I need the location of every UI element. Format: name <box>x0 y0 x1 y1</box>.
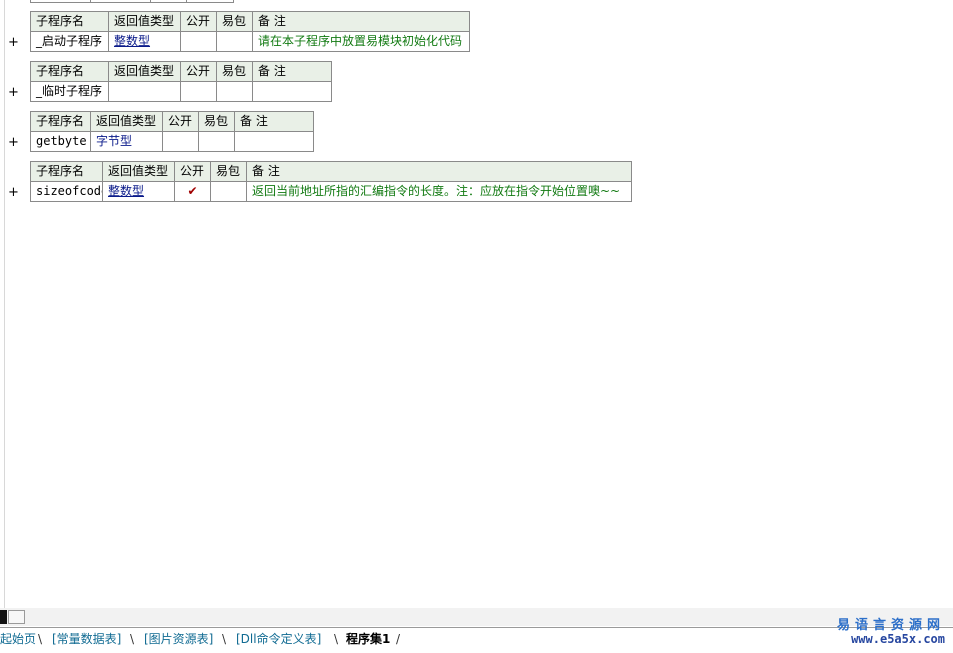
tab-separator: \ <box>222 632 227 646</box>
note-cell[interactable]: 返回当前地址所指的汇编指令的长度。注：应放在指令开始位置噢~~ <box>246 181 632 202</box>
subroutine-row: getbyte 字节型 <box>30 131 314 152</box>
header-pack: 易包 <box>210 161 247 182</box>
expand-toggle[interactable]: + <box>8 36 19 49</box>
header-name: 子程序名 <box>30 111 91 132</box>
subroutine-table: 子程序名 返回值类型 公开 易包 备 注 getbyte 字节型 <box>30 111 314 152</box>
header-note: 备 注 <box>246 161 632 182</box>
expand-toggle[interactable]: + <box>8 186 19 199</box>
header-public: 公开 <box>180 61 217 82</box>
tab-constants[interactable]: [常量数据表] <box>52 630 121 648</box>
subroutine-table: 子程序名 返回值类型 公开 易包 备 注 _启动子程序 整数型 请在本子程序中放… <box>30 11 470 52</box>
expand-toggle[interactable]: + <box>8 86 19 99</box>
note-cell[interactable] <box>252 81 332 102</box>
header-return-type: 返回值类型 <box>90 111 163 132</box>
header-public: 公开 <box>162 111 199 132</box>
header-note: 备 注 <box>252 11 470 32</box>
scroll-thumb[interactable] <box>8 610 25 624</box>
subroutine-row: _启动子程序 整数型 请在本子程序中放置易模块初始化代码 <box>30 31 470 52</box>
header-return-type: 返回值类型 <box>108 61 181 82</box>
subroutine-table: 子程序名 返回值类型 公开 易包 备 注 sizeofcode 整数型 ✔ 返回… <box>30 161 632 202</box>
previous-table-edge <box>30 0 234 3</box>
note-cell[interactable]: 请在本子程序中放置易模块初始化代码 <box>252 31 470 52</box>
public-check-icon[interactable]: ✔ <box>174 181 211 202</box>
subroutine-row: _临时子程序 <box>30 81 332 102</box>
header-name: 子程序名 <box>30 11 109 32</box>
subroutine-table: 子程序名 返回值类型 公开 易包 备 注 _临时子程序 <box>30 61 332 102</box>
editor-left-margin <box>4 0 5 610</box>
horizontal-scrollbar[interactable] <box>0 608 953 626</box>
header-public: 公开 <box>180 11 217 32</box>
header-return-type: 返回值类型 <box>108 11 181 32</box>
tab-separator: / <box>396 632 401 646</box>
header-note: 备 注 <box>234 111 314 132</box>
return-type-cell[interactable]: 整数型 <box>108 31 181 52</box>
subroutine-name-cell[interactable]: sizeofcode <box>30 181 103 202</box>
header-note: 备 注 <box>252 61 332 82</box>
watermark-title: 易语言资源网 <box>836 618 945 633</box>
subroutine-name-cell[interactable]: _临时子程序 <box>30 81 109 102</box>
subroutine-header-row: 子程序名 返回值类型 公开 易包 备 注 <box>30 11 470 32</box>
subroutine-name-cell[interactable]: getbyte <box>30 131 91 152</box>
pack-cell[interactable] <box>216 81 253 102</box>
tab-separator: \ <box>334 632 339 646</box>
public-cell[interactable] <box>180 81 217 102</box>
public-cell[interactable] <box>180 31 217 52</box>
return-type-cell[interactable] <box>108 81 181 102</box>
tab-program-set[interactable]: 程序集1 <box>346 630 390 648</box>
subroutine-header-row: 子程序名 返回值类型 公开 易包 备 注 <box>30 161 632 182</box>
pack-cell[interactable] <box>216 31 253 52</box>
subroutine-row: sizeofcode 整数型 ✔ 返回当前地址所指的汇编指令的长度。注：应放在指… <box>30 181 632 202</box>
note-cell[interactable] <box>234 131 314 152</box>
header-name: 子程序名 <box>30 161 103 182</box>
return-type-cell[interactable]: 整数型 <box>102 181 175 202</box>
subroutine-name-cell[interactable]: _启动子程序 <box>30 31 109 52</box>
return-type-cell[interactable]: 字节型 <box>90 131 163 152</box>
pack-cell[interactable] <box>198 131 235 152</box>
header-name: 子程序名 <box>30 61 109 82</box>
header-return-type: 返回值类型 <box>102 161 175 182</box>
header-pack: 易包 <box>216 11 253 32</box>
tab-separator: \ <box>130 632 135 646</box>
header-public: 公开 <box>174 161 211 182</box>
subroutine-header-row: 子程序名 返回值类型 公开 易包 备 注 <box>30 111 314 132</box>
pack-cell[interactable] <box>210 181 247 202</box>
tab-image-resources[interactable]: [图片资源表] <box>144 630 213 648</box>
header-pack: 易包 <box>198 111 235 132</box>
subroutine-header-row: 子程序名 返回值类型 公开 易包 备 注 <box>30 61 332 82</box>
tab-bar: 起始页 \ [常量数据表] \ [图片资源表] \ [Dll命令定义表] \ 程… <box>0 627 953 653</box>
tab-separator: \ <box>38 632 43 646</box>
tab-start-page[interactable]: 起始页 <box>0 630 36 648</box>
scroll-left-arrow-icon[interactable] <box>0 610 7 624</box>
public-cell[interactable] <box>162 131 199 152</box>
expand-toggle[interactable]: + <box>8 136 19 149</box>
header-pack: 易包 <box>216 61 253 82</box>
watermark-url: www.e5a5x.com <box>851 632 945 646</box>
tab-dll-commands[interactable]: [Dll命令定义表] <box>236 630 321 648</box>
